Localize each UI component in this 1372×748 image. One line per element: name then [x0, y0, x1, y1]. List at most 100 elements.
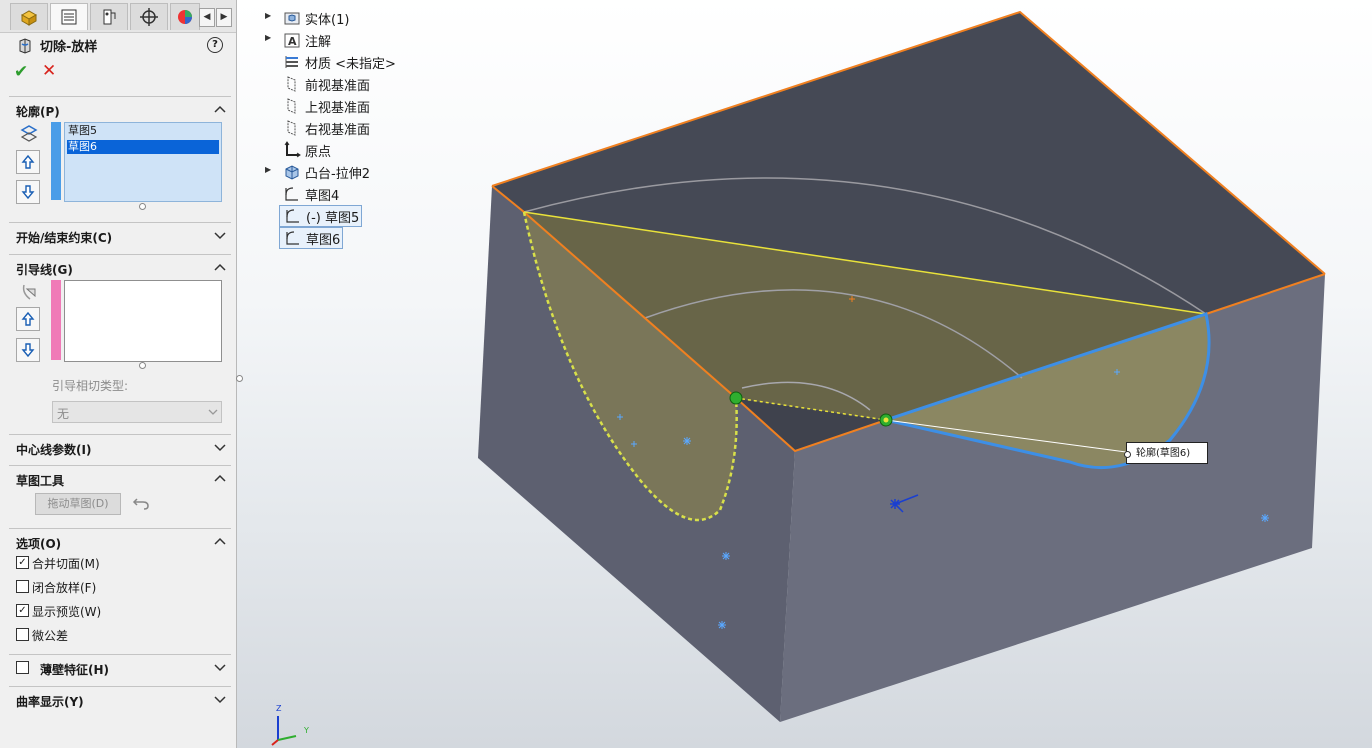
tree-item-sketch6[interactable]: 草图6 — [279, 227, 344, 249]
micro-tolerance-checkbox[interactable] — [16, 628, 29, 641]
chevron-up-icon — [214, 474, 226, 482]
graphics-viewport[interactable] — [237, 0, 1372, 748]
show-preview-label: 显示预览(W) — [32, 605, 102, 619]
sketch-icon — [284, 229, 302, 247]
tree-item-solid-bodies[interactable]: 实体(1) — [283, 8, 349, 28]
chevron-down-icon — [214, 696, 226, 704]
start-end-section-header[interactable]: 开始/结束约束(C) — [9, 222, 231, 245]
resize-handle[interactable] — [139, 203, 146, 210]
plane-icon — [283, 75, 301, 93]
guide-curve-list[interactable] — [64, 280, 222, 362]
centerline-section-header[interactable]: 中心线参数(I) — [9, 434, 231, 457]
undo-icon[interactable] — [131, 494, 151, 512]
options-section-header[interactable]: 选项(O) — [9, 528, 231, 551]
drag-sketch-button[interactable]: 拖动草图(D) — [35, 493, 121, 515]
expand-arrow-icon[interactable]: ▶ — [265, 33, 271, 42]
tree-item-boss-extrude2[interactable]: 凸台-拉伸2 — [283, 162, 370, 182]
thin-feature-section-header[interactable]: 薄壁特征(H) — [9, 654, 231, 677]
merge-tangent-faces-checkbox[interactable]: ✓ — [16, 556, 29, 569]
chevron-down-icon — [214, 232, 226, 240]
plane-icon — [283, 97, 301, 115]
tree-item-right-plane[interactable]: 右视基准面 — [283, 118, 370, 138]
connector-handle-left[interactable] — [729, 391, 743, 405]
cut-loft-icon — [19, 38, 31, 54]
ok-button[interactable]: ✔ — [14, 62, 28, 82]
thin-feature-section-label: 薄壁特征(H) — [40, 663, 110, 677]
tree-item-label: 材质 <未指定> — [305, 56, 396, 72]
list-item-selected[interactable]: 草图6 — [67, 140, 219, 154]
tree-item-sketch5[interactable]: (-) 草图5 — [279, 205, 363, 227]
chevron-up-icon — [214, 263, 226, 271]
start-end-section-label: 开始/结束约束(C) — [16, 231, 113, 245]
show-preview-checkbox[interactable]: ✓ — [16, 604, 29, 617]
chevron-up-icon — [214, 537, 226, 545]
expand-arrow-icon[interactable]: ▶ — [265, 11, 271, 20]
curvature-section-header[interactable]: 曲率显示(Y) — [9, 686, 231, 709]
configuration-manager-tab[interactable] — [90, 3, 128, 30]
tree-item-origin[interactable]: 原点 — [283, 140, 331, 160]
checkmark-icon: ✓ — [18, 605, 27, 616]
arrow-up-icon — [21, 154, 35, 169]
property-manager-panel: ◀ ▶ 切除-放样 ? ✔ ✕ 轮廓(P) 草图5 草图6 开始/结束约束(C)… — [0, 0, 237, 748]
help-button[interactable]: ? — [207, 37, 223, 53]
tree-item-label: 草图4 — [305, 188, 340, 204]
merge-tangent-faces-label: 合并切面(M) — [32, 557, 100, 571]
thin-feature-checkbox[interactable] — [16, 661, 29, 674]
cancel-button[interactable]: ✕ — [42, 61, 56, 81]
centerline-section-label: 中心线参数(I) — [16, 443, 92, 457]
resize-handle[interactable] — [139, 362, 146, 369]
tree-item-label: 草图6 — [306, 232, 341, 248]
guide-move-up-button[interactable] — [16, 307, 40, 331]
tree-item-label: (-) 草图5 — [306, 210, 360, 226]
guide-move-down-button[interactable] — [16, 338, 40, 362]
tree-item-material[interactable]: 材质 <未指定> — [283, 52, 396, 72]
sketch-icon — [283, 185, 301, 203]
sketch-icon — [284, 207, 302, 225]
micro-tolerance-label: 微公差 — [32, 629, 69, 643]
tree-item-label: 凸台-拉伸2 — [305, 166, 370, 182]
sketch-tools-section-label: 草图工具 — [16, 474, 65, 488]
checkmark-icon: ✓ — [18, 557, 27, 568]
guide-color-strip — [51, 280, 61, 360]
manager-tab-bar: ◀ ▶ — [0, 0, 236, 33]
tangency-type-value: 无 — [57, 407, 70, 421]
tree-item-annotations[interactable]: A 注解 — [283, 30, 331, 50]
tree-item-label: 实体(1) — [305, 12, 350, 28]
svg-text:A: A — [288, 35, 297, 48]
origin-icon — [283, 141, 301, 159]
display-manager-icon — [178, 10, 192, 24]
configuration-manager-icon — [103, 9, 116, 25]
options-section-label: 选项(O) — [16, 537, 62, 551]
list-item[interactable]: 草图5 — [67, 124, 219, 138]
tree-item-label: 前视基准面 — [305, 78, 371, 94]
profile-color-strip — [51, 122, 61, 200]
tree-item-label: 原点 — [305, 144, 332, 160]
profile-section-header[interactable]: 轮廓(P) — [9, 96, 231, 119]
move-up-button[interactable] — [16, 150, 40, 174]
tab-scroll-right-button[interactable]: ▶ — [216, 8, 232, 27]
tooltip-anchor-dot — [1124, 451, 1131, 458]
profile-list[interactable]: 草图5 草图6 — [64, 122, 222, 202]
dimxpert-tab[interactable] — [130, 3, 168, 30]
chevron-right-icon: ▶ — [220, 12, 228, 22]
display-manager-tab[interactable] — [170, 3, 200, 30]
sketch-tools-section-header[interactable]: 草图工具 — [9, 465, 231, 488]
tree-item-front-plane[interactable]: 前视基准面 — [283, 74, 370, 94]
loft-profile-icon — [20, 125, 38, 142]
close-loft-checkbox[interactable] — [16, 580, 29, 593]
view-orientation-triad — [271, 716, 297, 746]
tree-item-sketch4[interactable]: 草图4 — [283, 184, 339, 204]
arrow-down-icon — [21, 185, 35, 200]
tab-scroll-left-button[interactable]: ◀ — [199, 8, 215, 27]
tree-item-top-plane[interactable]: 上视基准面 — [283, 96, 370, 116]
move-down-button[interactable] — [16, 180, 40, 204]
curvature-section-label: 曲率显示(Y) — [16, 695, 84, 709]
guides-section-header[interactable]: 引导线(G) — [9, 254, 231, 277]
close-loft-label: 闭合放样(F) — [32, 581, 97, 595]
tangency-type-select[interactable]: 无 — [52, 401, 222, 423]
material-icon — [283, 53, 301, 71]
feature-manager-tab[interactable] — [10, 3, 48, 30]
property-manager-tab[interactable] — [50, 3, 88, 30]
expand-arrow-icon[interactable]: ▶ — [265, 165, 271, 174]
guides-section-label: 引导线(G) — [16, 263, 73, 277]
